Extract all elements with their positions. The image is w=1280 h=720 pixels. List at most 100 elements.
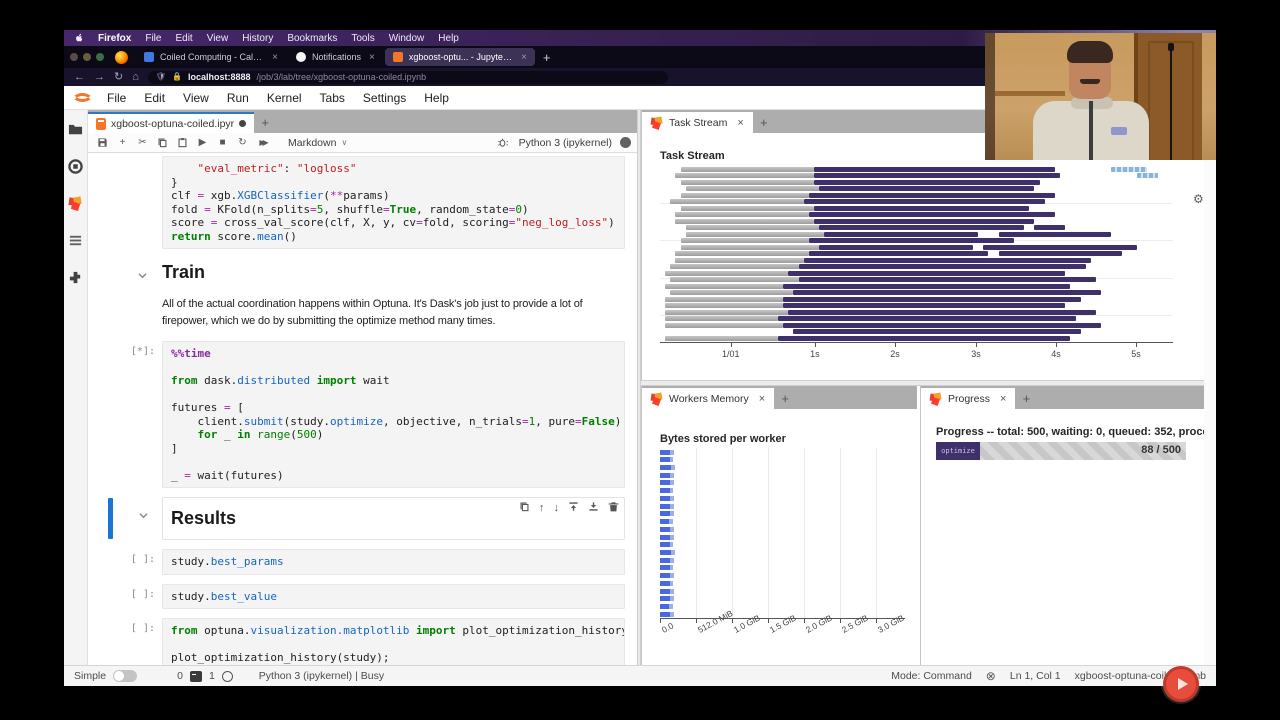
running-kernels-icon[interactable]: [68, 159, 83, 174]
code-input-area[interactable]: "eval_metric": "logloss"}clf = xgb.XGBCl…: [162, 156, 625, 249]
run-all-button[interactable]: ▶▶: [254, 135, 271, 151]
insert-above-button[interactable]: [568, 501, 579, 515]
browser-tab[interactable]: xgboost-optu... - JupyterLab×: [385, 48, 535, 66]
dask-sidebar-icon[interactable]: [68, 196, 83, 211]
memory-bar-tip: [671, 550, 675, 555]
kernel-sessions-icon[interactable]: [222, 671, 233, 682]
interrupt-kernel-button[interactable]: ■: [214, 135, 231, 151]
close-icon[interactable]: ×: [521, 52, 527, 63]
extension-manager-icon[interactable]: [68, 270, 83, 285]
add-panel-button[interactable]: +: [774, 388, 796, 409]
menu-run[interactable]: Run: [218, 91, 258, 105]
delete-button[interactable]: [608, 501, 619, 515]
new-launcher-button[interactable]: +: [254, 112, 276, 133]
insert-below-button[interactable]: [588, 501, 599, 515]
code-input-area[interactable]: from optuna.visualization.matplotlib imp…: [162, 618, 625, 665]
add-panel-button[interactable]: +: [753, 112, 775, 133]
markdown-heading[interactable]: Train: [162, 258, 625, 285]
menu-tabs[interactable]: Tabs: [311, 91, 354, 105]
browser-tab[interactable]: Coiled Computing - Calendar×: [136, 48, 286, 66]
close-window-button[interactable]: [70, 53, 78, 61]
task-bar-segment: [670, 199, 803, 204]
macos-menu-item[interactable]: Firefox: [98, 33, 131, 44]
new-tab-button[interactable]: +: [543, 50, 551, 65]
task-bar-segment: [983, 245, 1137, 250]
duplicate-button[interactable]: [519, 501, 530, 515]
close-icon[interactable]: ×: [737, 117, 743, 129]
code-input-area[interactable]: study.best_params: [162, 549, 625, 575]
reload-icon[interactable]: ↻: [114, 72, 123, 83]
kernel-name[interactable]: Python 3 (ipykernel): [519, 137, 612, 149]
macos-menu-item[interactable]: Bookmarks: [287, 33, 337, 44]
save-button[interactable]: [94, 135, 111, 151]
add-panel-button[interactable]: +: [1015, 388, 1037, 409]
move-down-button[interactable]: ↓: [554, 503, 560, 514]
workers-memory-tab-label: Workers Memory: [669, 393, 749, 405]
run-cell-button[interactable]: ▶: [194, 135, 211, 151]
task-stream-tab[interactable]: Task Stream ×: [642, 112, 753, 133]
macos-menu-item[interactable]: History: [242, 33, 273, 44]
menu-kernel[interactable]: Kernel: [258, 91, 311, 105]
menu-help[interactable]: Help: [415, 91, 458, 105]
scrollbar-strip[interactable]: [1204, 110, 1216, 665]
restart-kernel-button[interactable]: ↻: [234, 135, 251, 151]
close-icon[interactable]: ×: [369, 52, 375, 63]
debugger-icon[interactable]: [494, 135, 511, 151]
macos-menu-item[interactable]: Tools: [351, 33, 374, 44]
macos-menu-item[interactable]: View: [207, 33, 229, 44]
close-icon[interactable]: ×: [272, 52, 278, 63]
firefox-icon[interactable]: [115, 51, 128, 64]
memory-bar: [660, 519, 673, 524]
zoom-window-button[interactable]: [96, 53, 104, 61]
axis-tick: [1136, 343, 1137, 347]
selected-markdown-cell[interactable]: Results↑↓: [162, 497, 625, 540]
code-line: fold = KFold(n_splits=5, shuffle=True, r…: [171, 203, 616, 217]
paste-cells-button[interactable]: [174, 135, 191, 151]
menu-settings[interactable]: Settings: [354, 91, 415, 105]
command-mode-label[interactable]: Mode: Command: [891, 670, 972, 682]
task-bar-segment: [999, 251, 1122, 256]
address-input[interactable]: 🛡 🔒 localhost:8888/job/3/lab/tree/xgboos…: [148, 71, 668, 84]
markdown-paragraph[interactable]: All of the actual coordination happens w…: [162, 294, 625, 332]
collapse-caret-icon[interactable]: [139, 507, 148, 516]
macos-menu-item[interactable]: Help: [438, 33, 459, 44]
kernel-status[interactable]: Python 3 (ipykernel) | Busy: [259, 670, 384, 682]
macos-menu-item[interactable]: Window: [389, 33, 425, 44]
close-icon[interactable]: ×: [1000, 393, 1006, 405]
file-browser-icon[interactable]: [68, 122, 83, 137]
cell-type-dropdown[interactable]: Markdown ∨: [288, 137, 347, 149]
browser-tab[interactable]: Notifications×: [288, 48, 383, 66]
move-up-button[interactable]: ↑: [539, 503, 545, 514]
code-input-area[interactable]: %%time from dask.distributed import wait…: [162, 341, 625, 488]
cursor-position[interactable]: Ln 1, Col 1: [1010, 670, 1061, 682]
menu-edit[interactable]: Edit: [135, 91, 174, 105]
table-of-contents-icon[interactable]: [68, 233, 83, 248]
github-icon: [296, 52, 306, 62]
menu-file[interactable]: File: [98, 91, 135, 105]
notebook-panel: xgboost-optuna-coiled.ipyr + + ✂ ▶ ■ ↻ ▶…: [88, 110, 637, 665]
copy-cells-button[interactable]: [154, 135, 171, 151]
macos-menu-item[interactable]: Edit: [175, 33, 192, 44]
task-bar-segment: [788, 310, 1096, 315]
collapse-caret-icon[interactable]: [138, 267, 147, 276]
menu-view[interactable]: View: [174, 91, 218, 105]
terminal-icon[interactable]: [190, 671, 202, 682]
task-bar-segment: [809, 238, 1014, 243]
progress-tab[interactable]: Progress ×: [921, 388, 1015, 409]
close-icon[interactable]: ×: [759, 393, 765, 405]
code-input-area[interactable]: study.best_value: [162, 584, 625, 610]
minimize-window-button[interactable]: [83, 53, 91, 61]
workers-memory-tab[interactable]: Workers Memory ×: [642, 388, 774, 409]
gear-icon[interactable]: ⚙: [1193, 192, 1204, 206]
notebook-tab[interactable]: xgboost-optuna-coiled.ipyr: [88, 112, 254, 133]
code-line: plot_optimization_history(study);: [171, 651, 616, 665]
back-icon[interactable]: ←: [74, 72, 85, 83]
insert-cell-button[interactable]: +: [114, 135, 131, 151]
forward-icon[interactable]: →: [94, 72, 105, 83]
cut-cells-button[interactable]: ✂: [134, 135, 151, 151]
task-bar-segment: [681, 193, 809, 198]
simple-mode-toggle[interactable]: [113, 670, 137, 682]
macos-menu-item[interactable]: File: [145, 33, 161, 44]
video-play-overlay-icon[interactable]: [1163, 666, 1199, 702]
home-icon[interactable]: ⌂: [132, 72, 139, 83]
